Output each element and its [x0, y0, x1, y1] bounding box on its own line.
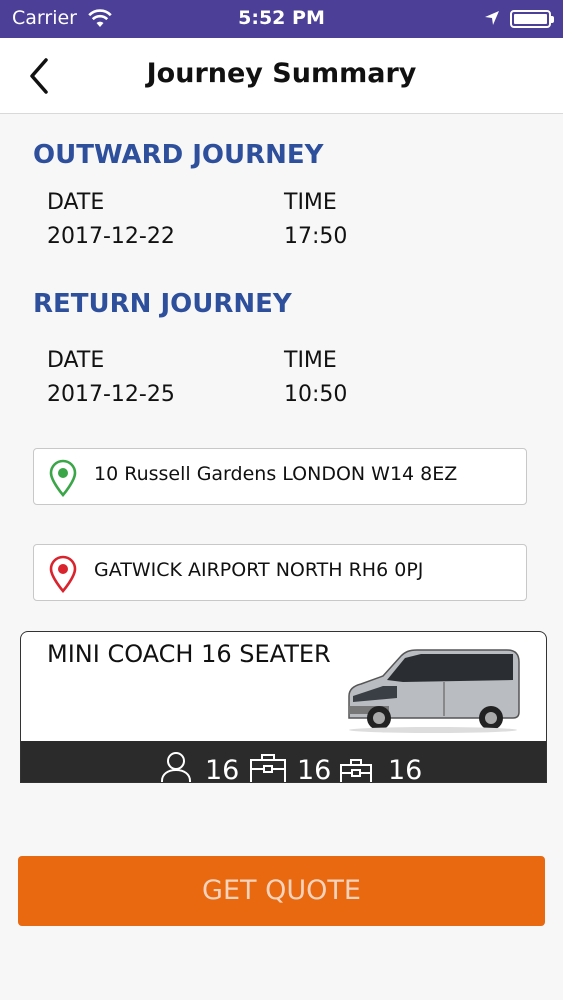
- vehicle-capacity-bar: 16 16 16: [21, 741, 546, 783]
- location-arrow-icon: [485, 11, 499, 25]
- return-time-label: TIME: [284, 348, 337, 373]
- return-date-value: 2017-12-25: [47, 382, 175, 407]
- passenger-icon: [161, 752, 191, 782]
- status-time: 5:52 PM: [238, 7, 325, 29]
- vehicle-card[interactable]: MINI COACH 16 SEATER 16 16 16: [20, 631, 547, 783]
- vehicle-name: MINI COACH 16 SEATER: [47, 640, 331, 668]
- outward-journey-heading: OUTWARD JOURNEY: [33, 140, 324, 170]
- red-location-pin-icon: [49, 555, 77, 593]
- status-bar: Carrier 5:52 PM: [0, 0, 563, 38]
- pickup-address-text: 10 Russell Gardens LONDON W14 8EZ: [94, 463, 458, 485]
- page-title: Journey Summary: [146, 58, 417, 89]
- return-time-value: 10:50: [284, 382, 348, 407]
- get-quote-button[interactable]: GET QUOTE: [18, 856, 545, 926]
- small-luggage-icon: [340, 759, 372, 782]
- green-location-pin-icon: [49, 459, 77, 497]
- small-luggage-count: 16: [388, 755, 423, 783]
- mini-coach-image: [348, 649, 520, 733]
- large-luggage-count: 16: [297, 755, 332, 783]
- dropoff-address-text: GATWICK AIRPORT NORTH RH6 0PJ: [94, 559, 424, 581]
- dropoff-address-field[interactable]: GATWICK AIRPORT NORTH RH6 0PJ: [33, 544, 527, 601]
- return-journey-heading: RETURN JOURNEY: [33, 289, 292, 319]
- large-luggage-icon: [250, 754, 286, 782]
- navigation-bar: Journey Summary: [0, 38, 563, 114]
- outward-date-value: 2017-12-22: [47, 224, 175, 249]
- pickup-address-field[interactable]: 10 Russell Gardens LONDON W14 8EZ: [33, 448, 527, 505]
- passenger-count: 16: [205, 755, 240, 783]
- return-date-label: DATE: [47, 348, 105, 373]
- outward-time-value: 17:50: [284, 224, 348, 249]
- outward-date-label: DATE: [47, 190, 105, 215]
- battery-icon: [510, 10, 554, 28]
- outward-time-label: TIME: [284, 190, 337, 215]
